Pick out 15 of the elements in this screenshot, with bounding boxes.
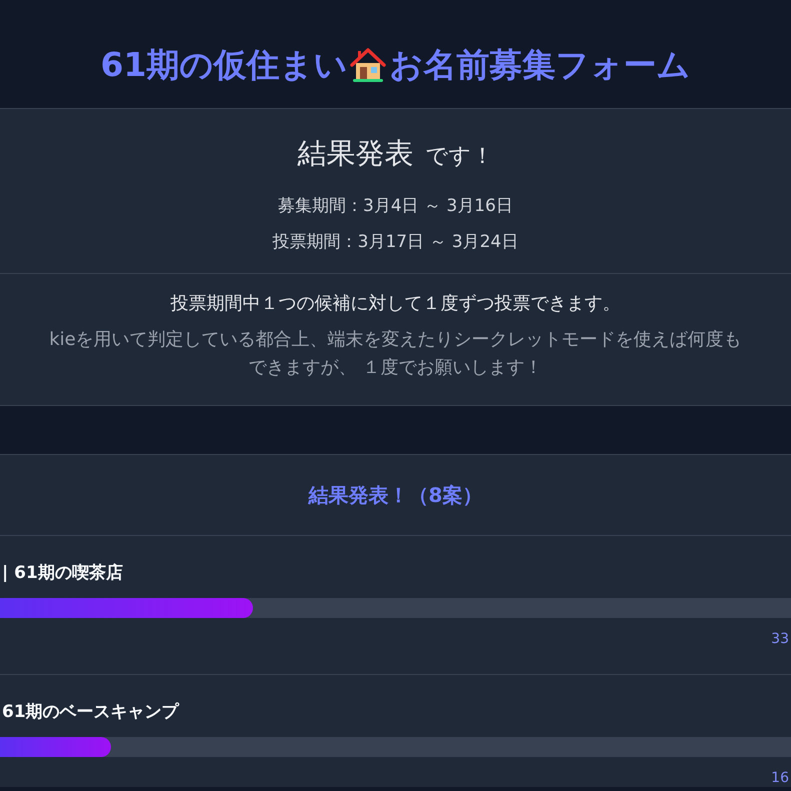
candidate-name: | 61期の喫茶店 (1, 562, 124, 585)
house-icon (350, 47, 386, 83)
page-title: お名前募集フォーム (389, 44, 690, 86)
results-heading: 結果発表 (298, 135, 414, 171)
results-title: 結果発表！（8案） (307, 482, 484, 509)
note-text: できますが、 １度でお願いします！ (248, 356, 544, 380)
voting-rule-text: 投票期間中１つの候補に対して１度ずつ投票できます。 (170, 292, 622, 316)
vote-count: 16 (771, 769, 790, 787)
period-text: 募集期間：3月4日 ～ 3月16日 (277, 195, 514, 218)
heading-suffix: です！ (426, 143, 494, 171)
period-text: 投票期間：3月17日 ～ 3月24日 (272, 231, 520, 254)
candidate-name: 61期のベースキャンプ (1, 701, 180, 724)
note-text: kieを用いて判定している都合上、端末を変えたりシークレットモードを使えば何度も (48, 328, 743, 352)
vote-count: 33 (771, 630, 790, 648)
page-title: 61期の仮住まい (100, 44, 348, 86)
